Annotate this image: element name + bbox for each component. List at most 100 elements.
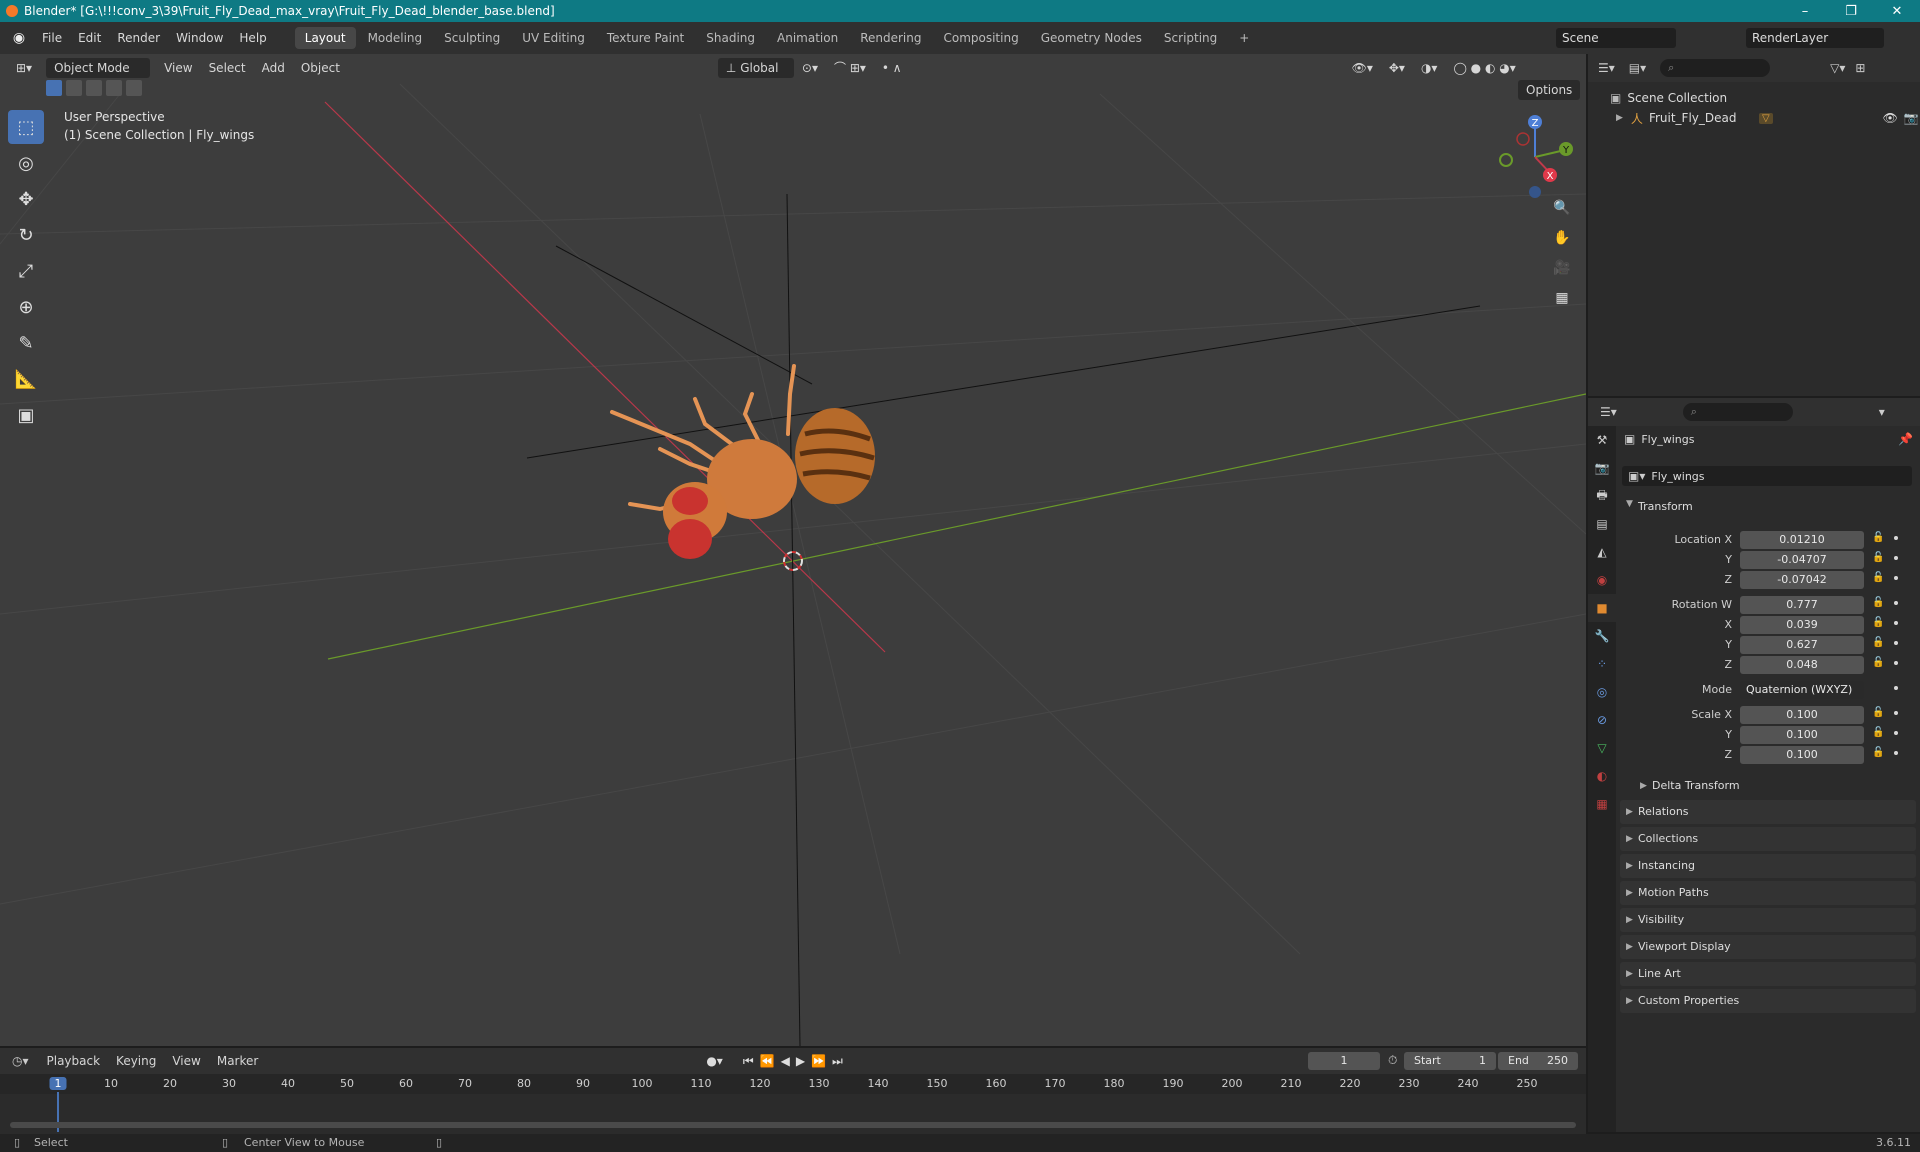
keyframe-dot-icon[interactable] <box>1894 686 1898 690</box>
add-workspace-button[interactable]: + <box>1229 27 1259 49</box>
ortho-grid-icon[interactable]: ▦ <box>1548 284 1576 312</box>
current-frame-field[interactable]: 1 <box>1308 1052 1380 1070</box>
tab-sculpting[interactable]: Sculpting <box>434 27 510 49</box>
visibility-eye-icon[interactable]: 👁 <box>1883 111 1898 125</box>
keyframe-dot-icon[interactable] <box>1894 621 1898 625</box>
keyframe-dot-icon[interactable] <box>1894 641 1898 645</box>
close-window-button[interactable]: ✕ <box>1874 0 1920 22</box>
panel-motion-paths[interactable]: ▶ Motion Paths <box>1620 881 1916 905</box>
lock-icon[interactable]: 🔓 <box>1872 572 1884 583</box>
minimize-button[interactable]: – <box>1782 0 1828 22</box>
visibility-icon[interactable]: 👁▾ <box>1344 58 1381 78</box>
physics-tab-icon[interactable]: ◎ <box>1588 678 1616 706</box>
rotation-x-field[interactable]: 0.039 <box>1740 616 1864 634</box>
snap-icon[interactable]: ⌒ ⊞▾ <box>826 58 874 78</box>
move-tool-icon[interactable]: ✥ <box>8 182 44 216</box>
select-extend-icon[interactable] <box>66 80 82 96</box>
tab-modeling[interactable]: Modeling <box>358 27 433 49</box>
rotate-tool-icon[interactable]: ↻ <box>8 218 44 252</box>
outliner-scene-collection[interactable]: ▣ Scene Collection <box>1588 88 1920 108</box>
lock-icon[interactable]: 🔓 <box>1872 552 1884 563</box>
tool-tab-icon[interactable]: ⚒ <box>1588 426 1616 454</box>
new-collection-icon[interactable]: ⊞ <box>1855 61 1865 75</box>
rotation-w-field[interactable]: 0.777 <box>1740 596 1864 614</box>
lock-icon[interactable]: 🔓 <box>1872 747 1884 758</box>
particles-tab-icon[interactable]: ⁘ <box>1588 650 1616 678</box>
viewport-menu-add[interactable]: Add <box>254 58 293 78</box>
view-layer-selector[interactable]: RenderLayer <box>1746 28 1884 48</box>
timeline-scrollbar[interactable] <box>10 1122 1576 1128</box>
camera-view-icon[interactable]: 🎥 <box>1548 254 1576 282</box>
location-x-field[interactable]: 0.01210 <box>1740 531 1864 549</box>
play-icon[interactable]: ▶ <box>796 1054 811 1068</box>
keyframe-dot-icon[interactable] <box>1894 731 1898 735</box>
next-keyframe-icon[interactable]: ⏩ <box>811 1054 832 1068</box>
world-tab-icon[interactable]: ◉ <box>1588 566 1616 594</box>
prev-keyframe-icon[interactable]: ⏪ <box>760 1054 781 1068</box>
display-mode-icon[interactable]: ▤▾ <box>1629 61 1646 75</box>
object-tab-icon[interactable]: ■ <box>1588 594 1616 622</box>
tab-texture-paint[interactable]: Texture Paint <box>597 27 694 49</box>
menu-window[interactable]: Window <box>168 22 231 54</box>
panel-viewport-display[interactable]: ▶ Viewport Display <box>1620 935 1916 959</box>
lock-icon[interactable]: 🔓 <box>1872 657 1884 668</box>
panel-relations[interactable]: ▶ Relations <box>1620 800 1916 824</box>
pivot-point-icon[interactable]: ⊙▾ <box>794 58 826 78</box>
blender-menu-icon[interactable]: ◉ <box>10 29 28 47</box>
lock-icon[interactable]: 🔓 <box>1872 617 1884 628</box>
3d-viewport[interactable]: ⊞▾ Object Mode View Select Add Object ⊥ … <box>0 54 1586 1046</box>
panel-line-art[interactable]: ▶ Line Art <box>1620 962 1916 986</box>
transform-panel-header[interactable]: ▼ Transform <box>1620 496 1916 518</box>
keyframe-dot-icon[interactable] <box>1894 601 1898 605</box>
measure-tool-icon[interactable]: 📐 <box>8 362 44 396</box>
start-frame-field[interactable]: Start 1 <box>1404 1052 1496 1070</box>
viewport-menu-object[interactable]: Object <box>293 58 348 78</box>
zoom-icon[interactable]: 🔍 <box>1548 194 1576 222</box>
lock-icon[interactable]: 🔓 <box>1872 727 1884 738</box>
render-camera-icon[interactable]: 📷 <box>1904 111 1919 125</box>
tab-compositing[interactable]: Compositing <box>933 27 1028 49</box>
scene-selector[interactable]: Scene <box>1556 28 1676 48</box>
tab-uv-editing[interactable]: UV Editing <box>512 27 595 49</box>
view-layer-tab-icon[interactable]: ▤ <box>1588 510 1616 538</box>
scale-z-field[interactable]: 0.100 <box>1740 746 1864 764</box>
options-button[interactable]: Options <box>1518 80 1581 100</box>
scale-tool-icon[interactable]: ⤢ <box>8 254 44 288</box>
maximize-button[interactable]: ❐ <box>1828 0 1874 22</box>
jump-end-icon[interactable]: ⏭ <box>832 1054 849 1068</box>
keyframe-dot-icon[interactable] <box>1894 661 1898 665</box>
gizmo-toggle-icon[interactable]: ✥▾ <box>1381 58 1413 78</box>
timeline-menu-playback[interactable]: Playback <box>39 1051 109 1071</box>
panel-visibility[interactable]: ▶ Visibility <box>1620 908 1916 932</box>
annotate-tool-icon[interactable]: ✎ <box>8 326 44 360</box>
keyframe-dot-icon[interactable] <box>1894 576 1898 580</box>
filter-icon[interactable]: ▽▾ <box>1830 61 1845 75</box>
tab-rendering[interactable]: Rendering <box>850 27 931 49</box>
keyframe-dot-icon[interactable] <box>1894 711 1898 715</box>
select-intersect-icon[interactable] <box>126 80 142 96</box>
lock-icon[interactable]: 🔓 <box>1872 637 1884 648</box>
keyframe-dot-icon[interactable] <box>1894 751 1898 755</box>
panel-custom-properties[interactable]: ▶ Custom Properties <box>1620 989 1916 1013</box>
scale-y-field[interactable]: 0.100 <box>1740 726 1864 744</box>
render-tab-icon[interactable]: 📷 <box>1588 454 1616 482</box>
properties-editor-icon[interactable]: ☰▾ <box>1600 405 1617 419</box>
menu-render[interactable]: Render <box>109 22 168 54</box>
location-y-field[interactable]: -0.04707 <box>1740 551 1864 569</box>
tab-geometry-nodes[interactable]: Geometry Nodes <box>1031 27 1152 49</box>
tab-shading[interactable]: Shading <box>696 27 765 49</box>
location-z-field[interactable]: -0.07042 <box>1740 571 1864 589</box>
shading-modes-icon[interactable]: ◯ ● ◐ ◕▾ <box>1445 58 1523 78</box>
outliner-item[interactable]: ▶ 人 Fruit_Fly_Dead ▽ 👁 📷 <box>1588 108 1920 128</box>
rotation-y-field[interactable]: 0.627 <box>1740 636 1864 654</box>
viewport-menu-view[interactable]: View <box>156 58 200 78</box>
jump-start-icon[interactable]: ⏮ <box>743 1054 760 1068</box>
panel-collections[interactable]: ▶ Collections <box>1620 827 1916 851</box>
select-new-icon[interactable] <box>46 80 62 96</box>
texture-tab-icon[interactable]: ▦ <box>1588 790 1616 818</box>
data-tab-icon[interactable]: ▽ <box>1588 734 1616 762</box>
keyframe-dot-icon[interactable] <box>1894 556 1898 560</box>
lock-icon[interactable]: 🔓 <box>1872 597 1884 608</box>
menu-help[interactable]: Help <box>231 22 274 54</box>
timeline-editor-icon[interactable]: ◷▾ <box>12 1054 29 1068</box>
